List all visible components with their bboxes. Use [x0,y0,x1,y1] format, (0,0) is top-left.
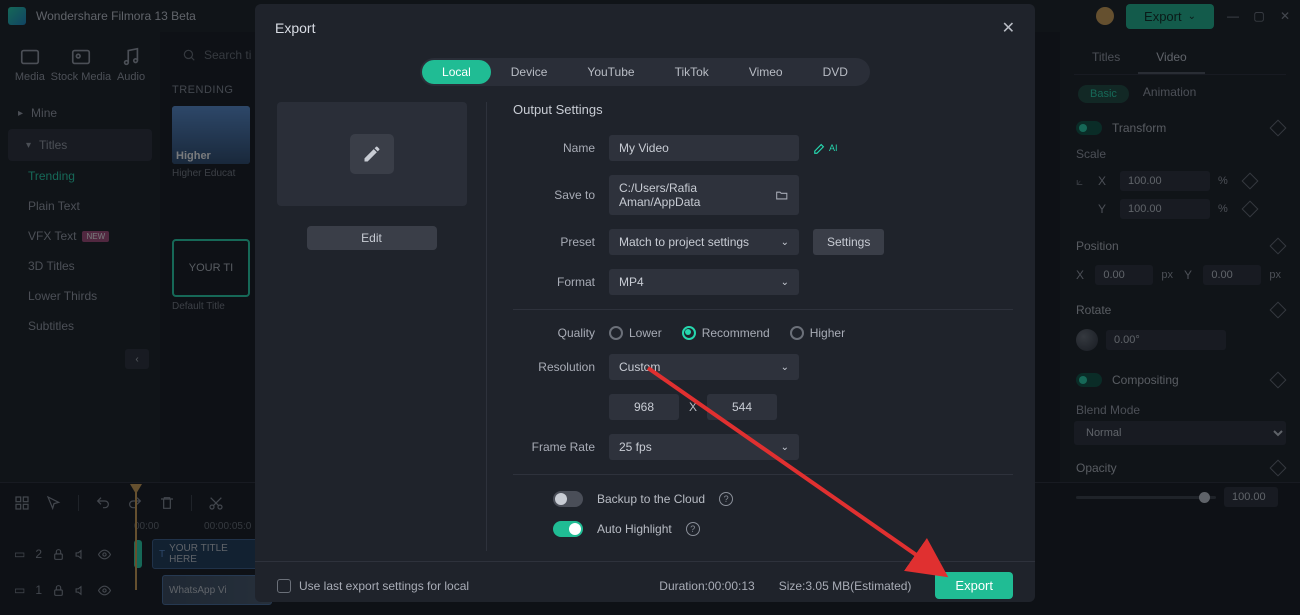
size-info: Size:3.05 MB(Estimated) [779,579,912,593]
pencil-icon [350,134,394,174]
info-icon[interactable]: ? [686,522,700,536]
export-tab-local[interactable]: Local [422,60,491,84]
ai-rename-icon[interactable]: AI [813,141,838,155]
export-tab-tiktok[interactable]: TikTok [655,60,729,84]
resolution-select[interactable]: Custom⌄ [609,354,799,380]
export-tab-vimeo[interactable]: Vimeo [729,60,803,84]
edit-button[interactable]: Edit [307,226,437,250]
preset-select[interactable]: Match to project settings⌄ [609,229,799,255]
export-tab-dvd[interactable]: DVD [803,60,868,84]
quality-higher-radio[interactable]: Higher [790,326,845,340]
frame-rate-select[interactable]: 25 fps⌄ [609,434,799,460]
info-icon[interactable]: ? [719,492,733,506]
export-tab-device[interactable]: Device [491,60,568,84]
name-input[interactable] [609,135,799,161]
close-modal-button[interactable]: ✕ [1002,18,1015,38]
resolution-height-input[interactable] [707,394,777,420]
backup-cloud-toggle[interactable] [553,491,583,507]
output-settings-label: Output Settings [513,102,1013,117]
settings-button[interactable]: Settings [813,229,884,255]
backup-label: Backup to the Cloud [597,492,705,506]
duration-info: Duration:00:00:13 [659,579,754,593]
folder-icon [775,188,789,202]
export-preview [277,102,467,206]
use-last-label: Use last export settings for local [299,579,469,593]
export-button[interactable]: Export [935,572,1013,599]
export-modal: Export ✕ Local Device YouTube TikTok Vim… [255,4,1035,602]
auto-highlight-toggle[interactable] [553,521,583,537]
format-select[interactable]: MP4⌄ [609,269,799,295]
auto-highlight-label: Auto Highlight [597,522,672,536]
export-tab-youtube[interactable]: YouTube [567,60,654,84]
resolution-width-input[interactable] [609,394,679,420]
save-to-input[interactable]: C:/Users/Rafia Aman/AppData [609,175,799,215]
quality-lower-radio[interactable]: Lower [609,326,662,340]
use-last-settings-checkbox[interactable] [277,579,291,593]
modal-title: Export [275,20,315,36]
quality-recommend-radio[interactable]: Recommend [682,326,770,340]
